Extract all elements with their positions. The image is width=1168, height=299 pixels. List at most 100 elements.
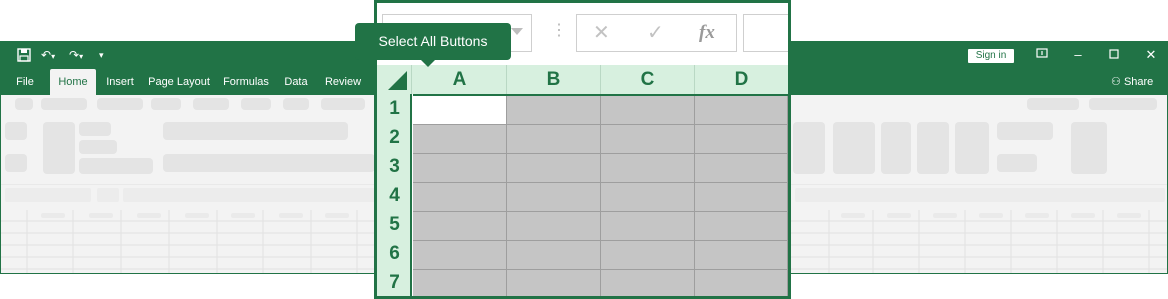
cell[interactable] [413,241,507,270]
ribbon-placeholder [79,122,111,136]
cell[interactable] [695,154,788,183]
ribbon-placeholder [163,154,375,172]
tab-formulas[interactable]: Formulas [221,69,271,95]
maximize-icon[interactable] [1104,47,1124,63]
cell[interactable] [695,241,788,270]
cell[interactable] [695,183,788,212]
row-header-4[interactable]: 4 [377,181,412,210]
table-row [413,125,788,154]
ribbon-placeholder [79,158,153,174]
ribbon-placeholder [97,188,119,202]
select-all-tooltip: Select All Buttons [355,23,511,60]
share-button[interactable]: ⚇ Share [1111,75,1153,89]
formula-input[interactable] [743,14,788,52]
cell[interactable] [413,125,507,154]
ribbon-placeholder [955,122,989,174]
enter-icon[interactable]: ✓ [647,21,664,45]
cancel-icon[interactable]: ✕ [593,21,610,45]
tab-file[interactable]: File [9,69,41,95]
ribbon-placeholder [1089,98,1157,110]
cell[interactable] [695,270,788,296]
ribbon-placeholder [79,140,117,154]
table-row [413,270,788,296]
selected-range [413,94,788,296]
table-row [413,212,788,241]
undo-icon[interactable]: ↶▾ [41,48,55,64]
ribbon-placeholder [997,154,1037,172]
column-header-c[interactable]: C [601,65,695,94]
ribbon-placeholder [997,122,1053,140]
formula-input-placeholder [123,188,375,202]
row-header-1[interactable]: 1 [377,94,412,123]
cell[interactable] [413,183,507,212]
tab-data[interactable]: Data [281,69,311,95]
tab-home[interactable]: Home [50,69,96,95]
table-row [413,154,788,183]
column-header-a[interactable]: A [413,65,507,94]
table-row [413,183,788,212]
select-all-button[interactable] [377,65,412,94]
ribbon-placeholder [5,154,27,172]
name-box-placeholder [5,188,91,202]
save-icon[interactable] [17,48,31,65]
table-row [413,96,788,125]
cell[interactable] [601,212,695,241]
ribbon-placeholder [1071,122,1107,174]
cell[interactable] [601,125,695,154]
cell[interactable] [507,96,601,125]
ribbon-placeholder [917,122,949,174]
ribbon-display-icon[interactable] [1032,47,1052,63]
ribbon-placeholder [833,122,875,174]
insert-function-icon[interactable]: fx [699,22,715,44]
ribbon-placeholder [41,98,87,110]
ribbon-placeholder [5,122,27,140]
formula-input-placeholder [795,188,1165,202]
close-icon[interactable]: ✕ [1141,47,1161,63]
ribbon-placeholder [163,122,348,140]
sign-in-button[interactable]: Sign in [968,49,1014,63]
cell[interactable] [507,241,601,270]
ribbon-placeholder [193,98,229,110]
active-cell[interactable] [413,96,507,125]
minimize-icon[interactable]: – [1068,47,1088,63]
ribbon-placeholder [43,122,75,174]
cell[interactable] [601,96,695,125]
cell[interactable] [601,241,695,270]
formula-buttons: ✕ ✓ fx [576,14,737,52]
row-header-2[interactable]: 2 [377,123,412,152]
cell[interactable] [413,154,507,183]
row-header-6[interactable]: 6 [377,239,412,268]
chevron-down-icon[interactable] [511,28,523,35]
more-options-icon[interactable]: ⋮ [551,21,567,41]
person-icon: ⚇ [1111,76,1121,88]
row-header-3[interactable]: 3 [377,152,412,181]
cell[interactable] [695,212,788,241]
cell[interactable] [507,270,601,296]
tab-insert[interactable]: Insert [101,69,139,95]
cell[interactable] [601,154,695,183]
cell[interactable] [695,96,788,125]
cell[interactable] [507,183,601,212]
cell[interactable] [507,125,601,154]
cell[interactable] [413,270,507,296]
tooltip-pointer [420,59,436,67]
redo-icon[interactable]: ↷▾ [69,48,83,64]
cell[interactable] [507,154,601,183]
column-header-d[interactable]: D [695,65,788,94]
column-header-b[interactable]: B [507,65,601,94]
cell[interactable] [413,212,507,241]
table-row [413,241,788,270]
cell[interactable] [601,270,695,296]
customize-toolbar-icon[interactable]: ▾ [99,48,104,62]
cell[interactable] [601,183,695,212]
cell[interactable] [507,212,601,241]
row-header-7[interactable]: 7 [377,268,412,296]
ribbon-placeholder [151,98,181,110]
tab-page-layout[interactable]: Page Layout [147,69,211,95]
row-header-5[interactable]: 5 [377,210,412,239]
ribbon-placeholder [97,98,143,110]
cell[interactable] [695,125,788,154]
ribbon-placeholder [1027,98,1079,110]
tab-review[interactable]: Review [321,69,365,95]
ribbon-placeholder [793,122,825,174]
